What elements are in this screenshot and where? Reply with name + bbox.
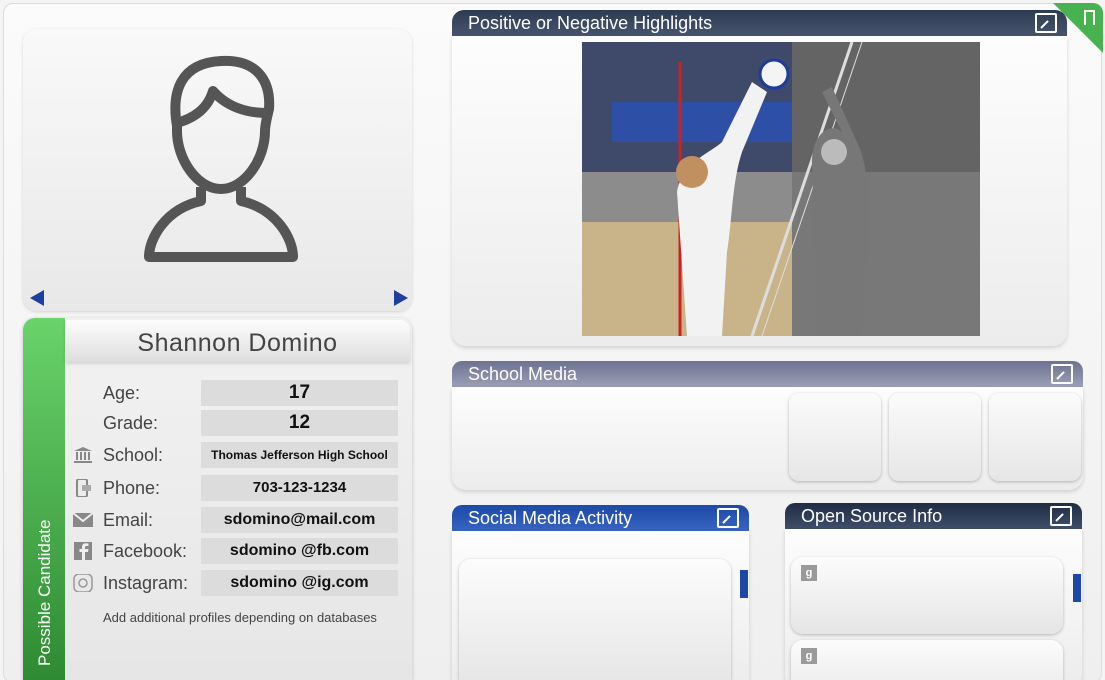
phone-label: Phone:	[103, 478, 161, 498]
email-label: Email:	[103, 510, 154, 530]
expand-icon[interactable]	[1035, 13, 1057, 33]
grade-row: Grade: 12	[69, 410, 404, 436]
media-thumbnail[interactable]	[989, 393, 1081, 481]
phone-icon	[76, 479, 91, 497]
google-icon: g	[801, 565, 817, 581]
email-row: Email: sdomino@mail.com	[69, 507, 404, 533]
additional-profiles-note: Add additional profiles depending on dat…	[103, 610, 377, 625]
volleyball-highlight-image[interactable]	[582, 42, 980, 336]
instagram-value: sdomino @ig.com	[201, 570, 398, 596]
candidate-status-tab[interactable]: Possible Candidate	[23, 318, 65, 680]
avatar-placeholder-icon	[144, 55, 298, 262]
instagram-row: Instagram: sdomino @ig.com	[69, 570, 404, 596]
instagram-icon	[73, 574, 93, 592]
media-thumbnail[interactable]	[889, 393, 981, 481]
grade-value: 12	[201, 410, 398, 436]
grade-label: Grade:	[103, 413, 159, 433]
expand-icon[interactable]	[717, 508, 739, 528]
previous-profile-arrow[interactable]	[30, 290, 44, 306]
next-profile-arrow[interactable]	[394, 290, 408, 306]
facebook-row: Facebook: sdomino @fb.com	[69, 538, 404, 564]
facebook-icon	[74, 542, 92, 560]
social-media-header: Social Media Activity	[452, 505, 749, 531]
social-media-title: Social Media Activity	[468, 508, 633, 528]
candidate-status-label: Possible Candidate	[35, 519, 54, 666]
open-source-header: Open Source Info	[785, 503, 1082, 529]
school-media-panel	[452, 387, 1083, 490]
social-post-card[interactable]	[459, 559, 731, 680]
profile-info-card: Possible Candidate Shannon Domino Age: 1…	[23, 318, 412, 680]
scrollbar-thumb[interactable]	[740, 570, 748, 598]
avatar-card	[23, 29, 412, 311]
profile-name: Shannon Domino	[65, 320, 410, 362]
facebook-label: Facebook:	[103, 541, 188, 561]
scrollbar-thumb[interactable]	[1073, 574, 1081, 602]
bookmark-icon	[1084, 10, 1095, 25]
age-value: 17	[201, 380, 398, 406]
google-icon: g	[801, 648, 817, 664]
age-row: Age: 17	[69, 380, 404, 406]
email-envelope-icon	[73, 512, 93, 527]
age-label: Age:	[103, 383, 141, 403]
phone-row: Phone: 703-123-1234	[69, 475, 404, 501]
school-value: Thomas Jefferson High School	[201, 442, 398, 468]
open-source-panel: g g	[785, 529, 1082, 680]
phone-value: 703-123-1234	[201, 475, 398, 501]
school-row: School: Thomas Jefferson High School	[69, 442, 404, 468]
instagram-label: Instagram:	[103, 573, 189, 593]
highlights-header: Positive or Negative Highlights	[452, 10, 1067, 36]
school-building-icon	[74, 447, 92, 463]
search-result-card[interactable]: g	[791, 557, 1063, 634]
expand-icon[interactable]	[1050, 506, 1072, 526]
facebook-value: sdomino @fb.com	[201, 538, 398, 564]
social-media-panel	[452, 531, 749, 680]
open-source-title: Open Source Info	[801, 506, 943, 526]
email-value: sdomino@mail.com	[201, 507, 398, 533]
school-media-title: School Media	[468, 364, 578, 384]
expand-icon[interactable]	[1051, 364, 1073, 384]
highlights-panel	[452, 36, 1067, 346]
highlights-title: Positive or Negative Highlights	[468, 13, 713, 33]
school-media-header: School Media	[452, 361, 1083, 387]
school-label: School:	[103, 445, 164, 465]
media-thumbnail[interactable]	[789, 393, 881, 481]
search-result-card[interactable]: g	[791, 640, 1063, 680]
